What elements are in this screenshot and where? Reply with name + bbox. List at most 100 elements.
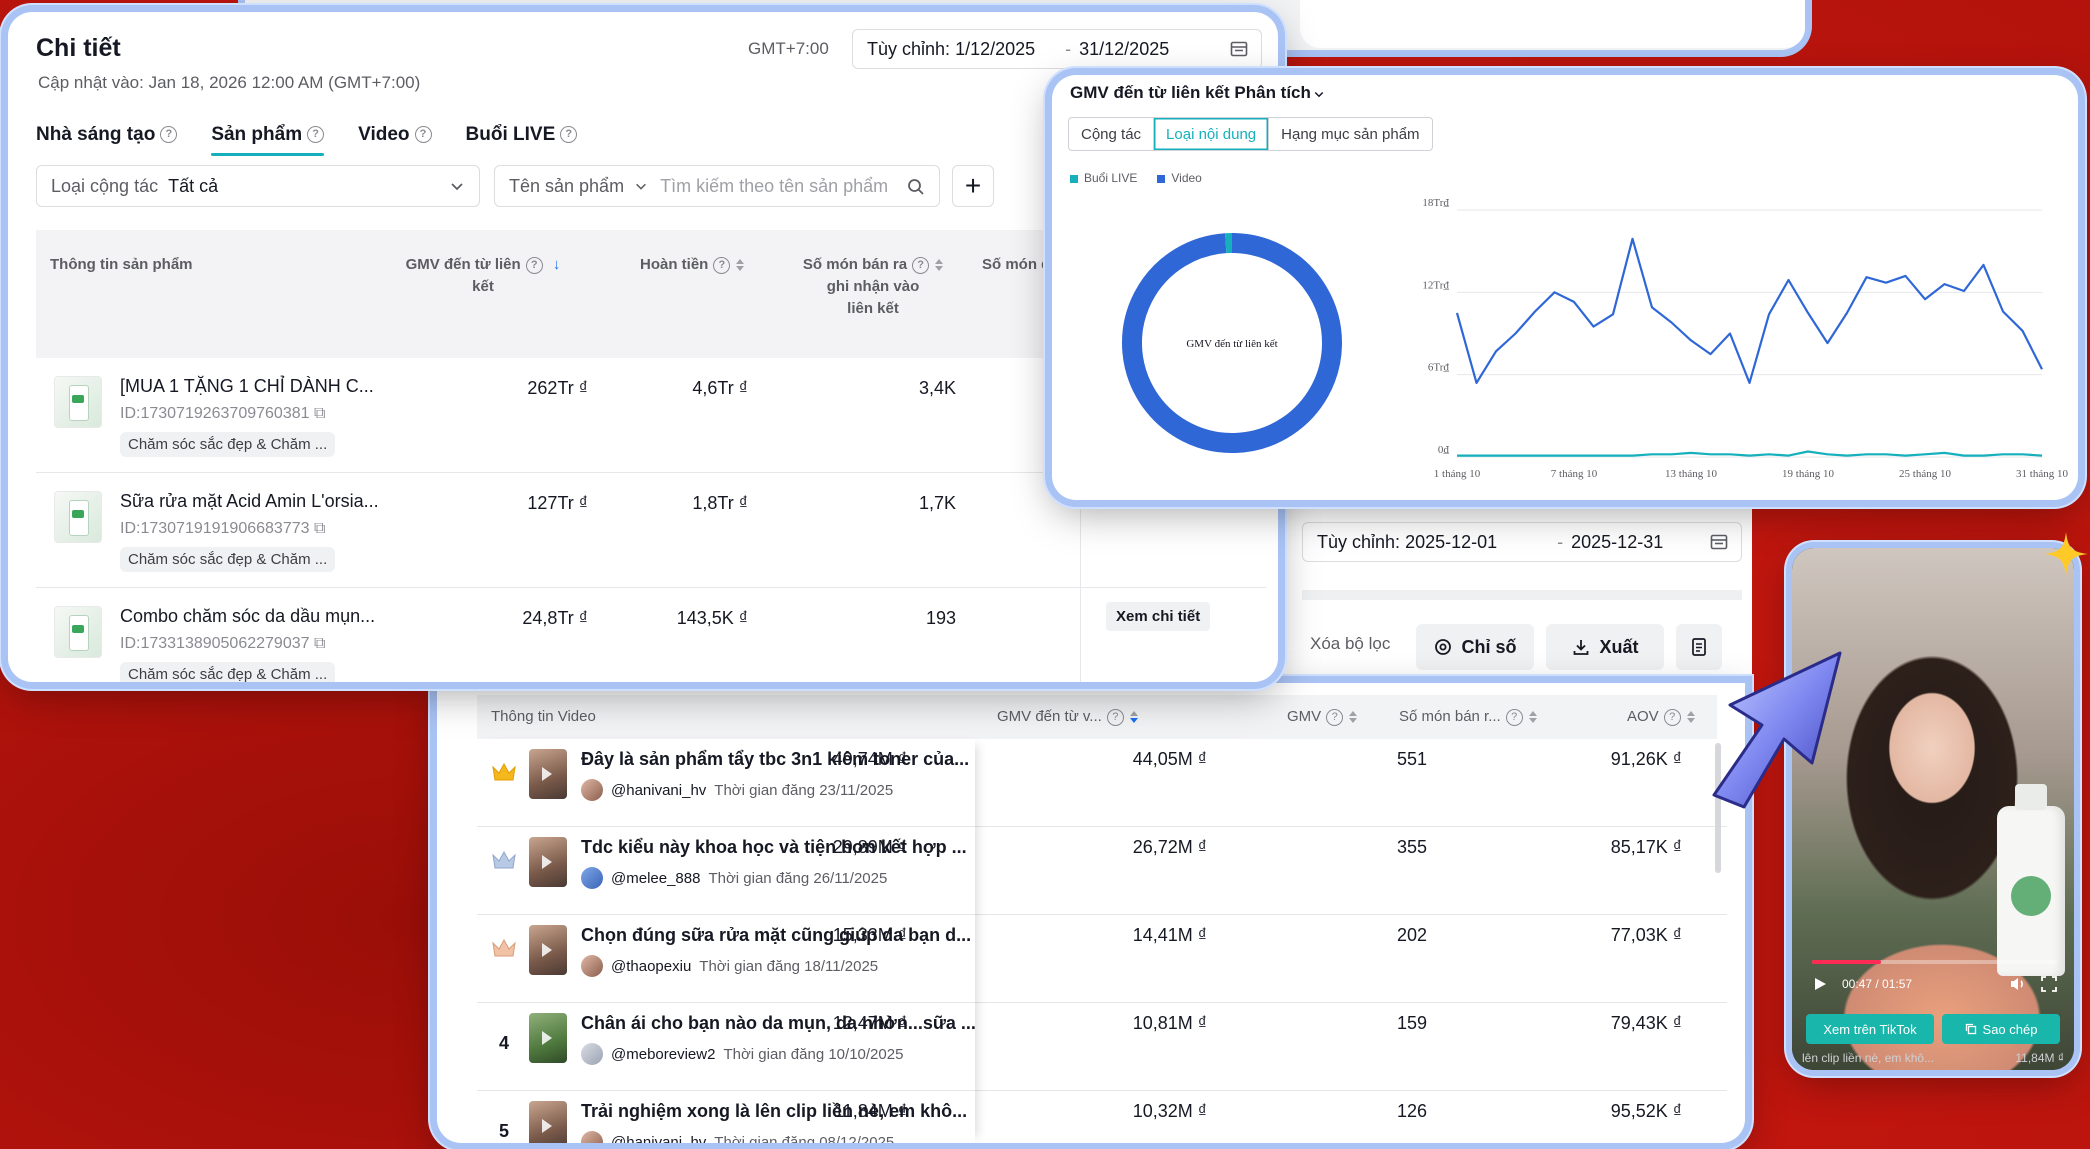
tab-products[interactable]: Sản phẩm? (211, 124, 325, 156)
help-icon: ? (160, 126, 178, 144)
collab-type-select[interactable]: Loại cộng tác Tất cả (36, 165, 480, 207)
sold-value: 126 (1396, 1101, 1427, 1121)
copy-button[interactable]: Sao chép (1942, 1014, 2060, 1044)
creator-handle[interactable]: @thaopexiu (611, 958, 691, 975)
y-tick-label: 12Tr₫ (1422, 279, 1449, 291)
calendar-icon (1229, 39, 1249, 59)
product-name[interactable]: Combo chăm sóc da dầu mụn... (120, 606, 375, 627)
sold-value: 1,7K (918, 493, 956, 513)
sold-value: 551 (1396, 749, 1427, 769)
avatar (581, 779, 603, 801)
video-thumbnail[interactable] (529, 749, 567, 799)
date-range-picker-secondary[interactable]: Tùy chỉnh: 2025-12-01 - 2025-12-31 (1302, 522, 1742, 562)
progress-bar[interactable] (1812, 960, 2057, 964)
view-on-tiktok-button[interactable]: Xem trên TikTok (1806, 1014, 1934, 1044)
y-tick-label: 6Tr₫ (1428, 362, 1449, 374)
export-button[interactable]: Xuất (1546, 624, 1664, 670)
product-name[interactable]: Sữa rửa mặt Acid Amin L'orsia... (120, 491, 379, 512)
gmv-link-value: 11,84M ₫ (834, 1101, 907, 1121)
creator-handle[interactable]: @melee_888 (611, 870, 700, 887)
video-table-panel: Thông tin Video GMV đến từ v...? GMV? Số… (437, 683, 1745, 1143)
video-title[interactable]: Chọn đúng sữa rửa mặt cũng giúp da bạn d… (581, 925, 971, 946)
chevron-down-icon (634, 179, 648, 193)
video-title[interactable]: Chân ái cho bạn nào da mụn, da nhờn...sữ… (581, 1013, 976, 1034)
clear-filter-link[interactable]: Xóa bộ lọc (1310, 634, 1390, 654)
product-bottle-image (1997, 784, 2065, 976)
video-thumbnail[interactable] (529, 837, 567, 887)
tab-creators[interactable]: Nhà sáng tạo? (36, 124, 178, 156)
creator-handle[interactable]: @hanivani_hv (611, 1134, 706, 1144)
gmv-link-value: 49,74M ₫ (832, 749, 907, 769)
posted-time: Thời gian đăng 23/11/2025 (714, 781, 894, 799)
avatar (581, 867, 603, 889)
video-row[interactable]: 4 Chân ái cho bạn nào da mụn, da nhờn...… (477, 1003, 1727, 1091)
search-icon[interactable] (907, 178, 925, 196)
tab-live[interactable]: Buổi LIVE? (466, 124, 578, 156)
product-search-field[interactable]: Tên sản phẩm Tìm kiếm theo tên sản phẩm (494, 165, 940, 207)
col-gmv-link[interactable]: GMV đến từ v...? (997, 708, 1138, 726)
video-title[interactable]: Tdc kiểu này khoa học và tiện hơn kết hợ… (581, 837, 967, 858)
pointer-arrow-icon (1700, 645, 1850, 820)
date-range-label: Tùy chỉnh: (1317, 531, 1401, 552)
video-title[interactable]: Đây là sản phẩm tẩy tbc 3n1 kiêm toner c… (581, 749, 969, 770)
caption-value: 11,84M ₫ (2015, 1051, 2064, 1065)
video-row[interactable]: Tdc kiểu này khoa học và tiện hơn kết hợ… (477, 827, 1727, 915)
date-range-picker[interactable]: Tùy chỉnh: 1/12/2025 - 31/12/2025 (852, 29, 1262, 69)
y-tick-label: 0₫ (1438, 444, 1450, 456)
help-icon: ? (1326, 708, 1344, 726)
sold-value: 159 (1396, 1013, 1427, 1033)
product-name[interactable]: [MUA 1 TẶNG 1 CHỈ DÀNH C... (120, 376, 374, 397)
creator-handle[interactable]: @hanivani_hv (611, 782, 706, 799)
video-thumbnail[interactable] (529, 925, 567, 975)
product-id: ID:1730719191906683773 ⧉ (120, 520, 326, 537)
col-aov[interactable]: AOV? (1627, 708, 1695, 726)
video-row[interactable]: 5 Trải nghiệm xong là lên clip liền nè, … (477, 1091, 1727, 1143)
video-row[interactable]: Đây là sản phẩm tẩy tbc 3n1 kiêm toner c… (477, 739, 1727, 827)
help-icon: ? (1663, 708, 1681, 726)
aov-value: 77,03K ₫ (1610, 925, 1682, 945)
col-gmv-link[interactable]: GMV đến từ liên? ↓ kết (398, 254, 568, 298)
col-items-other[interactable]: Số món đã (982, 254, 1059, 276)
video-thumbnail[interactable] (529, 1101, 567, 1143)
series-line-video[interactable] (1455, 237, 2043, 384)
table-row[interactable]: Combo chăm sóc da dầu mụn... ID:17331389… (36, 588, 1266, 682)
silver-crown-icon (491, 849, 517, 871)
creator-handle[interactable]: @meboreview2 (611, 1046, 715, 1063)
sparkle-icon (2044, 532, 2088, 581)
export-label: Xuất (1599, 636, 1639, 657)
product-thumbnail (54, 376, 102, 428)
tab-videos[interactable]: Video? (358, 124, 432, 156)
view-detail-button[interactable]: Xem chi tiết (1106, 602, 1211, 631)
aov-value: 95,52K ₫ (1610, 1101, 1682, 1121)
col-video-info: Thông tin Video (491, 708, 596, 725)
posted-time: Thời gian đăng 08/12/2025 (714, 1133, 895, 1144)
add-filter-button[interactable]: + (952, 165, 994, 207)
aov-value: 85,17K ₫ (1610, 837, 1682, 857)
aov-value: 91,26K ₫ (1610, 749, 1682, 769)
player-controls: 00:47 / 01:57 (1812, 976, 2057, 992)
fullscreen-icon[interactable] (2041, 976, 2057, 992)
series-line-buổi-live[interactable] (1457, 450, 2043, 457)
help-icon: ? (525, 256, 543, 274)
gmv-value: 44,05M ₫ (1132, 749, 1207, 769)
refund-value: 143,5K ₫ (676, 608, 748, 628)
volume-icon[interactable] (2009, 976, 2027, 992)
date-range-label: Tùy chỉnh: (867, 38, 951, 59)
metrics-button[interactable]: Chỉ số (1416, 624, 1534, 670)
play-icon[interactable] (1812, 976, 1828, 992)
x-tick-label: 19 tháng 10 (1782, 468, 1834, 480)
col-sold[interactable]: Số món bán r...? (1399, 708, 1537, 726)
video-title[interactable]: Trải nghiệm xong là lên clip liền nè, em… (581, 1101, 967, 1122)
posted-time: Thời gian đăng 18/11/2025 (699, 957, 879, 975)
col-items-sold[interactable]: Số món bán ra? ghi nhận vào liên kết (798, 254, 948, 320)
caption-text: lên clip liền nè, em khô... (1802, 1051, 1935, 1065)
refund-value: 1,8Tr ₫ (692, 493, 748, 513)
date-range-end: 31/12/2025 (1079, 38, 1170, 59)
copy-icon (1965, 1023, 1977, 1035)
col-refund[interactable]: Hoàn tiền? (640, 254, 745, 276)
video-row[interactable]: Chọn đúng sữa rửa mặt cũng giúp da bạn d… (477, 915, 1727, 1003)
col-gmv[interactable]: GMV? (1287, 708, 1358, 726)
gmv-value: 262Tr ₫ (527, 378, 588, 398)
video-thumbnail[interactable] (529, 1013, 567, 1063)
bronze-crown-icon (491, 937, 517, 959)
